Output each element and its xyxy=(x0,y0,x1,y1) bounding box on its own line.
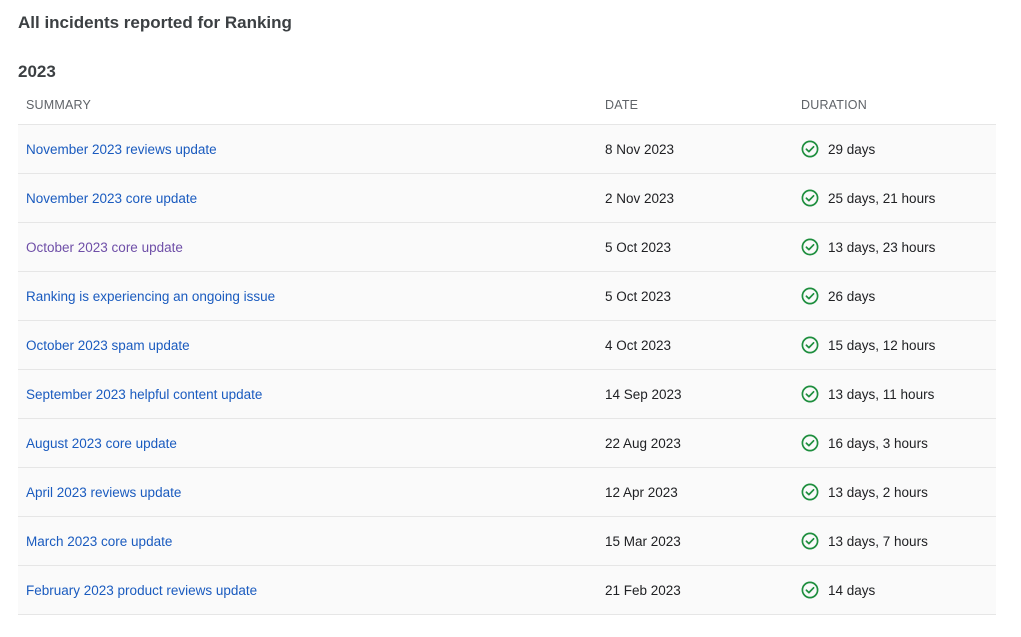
incident-summary-link[interactable]: April 2023 reviews update xyxy=(26,485,181,500)
table-body: November 2023 reviews update 8 Nov 2023 … xyxy=(18,125,996,615)
incident-date: 14 Sep 2023 xyxy=(605,386,682,402)
incident-date: 12 Apr 2023 xyxy=(605,484,678,500)
check-circle-icon xyxy=(801,385,819,403)
incident-date: 2 Nov 2023 xyxy=(605,190,675,206)
check-circle-icon xyxy=(801,140,819,158)
table-row: October 2023 core update 5 Oct 2023 13 d… xyxy=(18,223,996,272)
table-row: October 2023 spam update 4 Oct 2023 15 d… xyxy=(18,321,996,370)
incident-duration: 13 days, 7 hours xyxy=(828,533,928,549)
incident-summary-link[interactable]: February 2023 product reviews update xyxy=(26,583,257,598)
table-row: Ranking is experiencing an ongoing issue… xyxy=(18,272,996,321)
check-circle-icon xyxy=(801,189,819,207)
incident-duration: 13 days, 11 hours xyxy=(828,386,935,402)
table-row: August 2023 core update 22 Aug 2023 16 d… xyxy=(18,419,996,468)
incident-duration: 14 days xyxy=(828,582,876,598)
check-circle-icon xyxy=(801,483,819,501)
table-row: November 2023 core update 2 Nov 2023 25 … xyxy=(18,174,996,223)
incident-date: 21 Feb 2023 xyxy=(605,582,681,598)
table-row: March 2023 core update 15 Mar 2023 13 da… xyxy=(18,517,996,566)
incident-summary-link[interactable]: August 2023 core update xyxy=(26,436,177,451)
check-circle-icon xyxy=(801,581,819,599)
incident-date: 15 Mar 2023 xyxy=(605,533,681,549)
table-row: April 2023 reviews update 12 Apr 2023 13… xyxy=(18,468,996,517)
incident-summary-link[interactable]: Ranking is experiencing an ongoing issue xyxy=(26,289,275,304)
incident-summary-link[interactable]: October 2023 spam update xyxy=(26,338,190,353)
incident-summary-link[interactable]: March 2023 core update xyxy=(26,534,172,549)
incident-date: 5 Oct 2023 xyxy=(605,239,672,255)
duration-column-header: Duration xyxy=(801,98,867,112)
page-title: All incidents reported for Ranking xyxy=(18,13,292,32)
check-circle-icon xyxy=(801,532,819,550)
incident-duration: 15 days, 12 hours xyxy=(828,337,936,353)
incident-duration: 25 days, 21 hours xyxy=(828,190,936,206)
check-circle-icon xyxy=(801,238,819,256)
table-header: Summary Date Duration xyxy=(18,86,996,125)
incident-duration: 29 days xyxy=(828,141,876,157)
incidents-page: All incidents reported for Ranking 2023 … xyxy=(0,0,1021,637)
incident-date: 5 Oct 2023 xyxy=(605,288,672,304)
year-heading: 2023 xyxy=(18,62,56,81)
incident-duration: 13 days, 2 hours xyxy=(828,484,928,500)
table-row: November 2023 reviews update 8 Nov 2023 … xyxy=(18,125,996,174)
incidents-table: Summary Date Duration November 2023 revi… xyxy=(18,86,996,615)
date-column-header: Date xyxy=(605,98,639,112)
incident-duration: 13 days, 23 hours xyxy=(828,239,936,255)
check-circle-icon xyxy=(801,287,819,305)
incident-date: 22 Aug 2023 xyxy=(605,435,681,451)
table-row: February 2023 product reviews update 21 … xyxy=(18,566,996,615)
incident-date: 8 Nov 2023 xyxy=(605,141,675,157)
table-row: September 2023 helpful content update 14… xyxy=(18,370,996,419)
check-circle-icon xyxy=(801,434,819,452)
incident-summary-link[interactable]: November 2023 core update xyxy=(26,191,197,206)
incident-duration: 26 days xyxy=(828,288,876,304)
incident-duration: 16 days, 3 hours xyxy=(828,435,928,451)
incident-summary-link[interactable]: November 2023 reviews update xyxy=(26,142,217,157)
incident-summary-link[interactable]: October 2023 core update xyxy=(26,240,183,255)
incident-date: 4 Oct 2023 xyxy=(605,337,672,353)
check-circle-icon xyxy=(801,336,819,354)
summary-column-header: Summary xyxy=(26,98,92,112)
incident-summary-link[interactable]: September 2023 helpful content update xyxy=(26,387,262,402)
